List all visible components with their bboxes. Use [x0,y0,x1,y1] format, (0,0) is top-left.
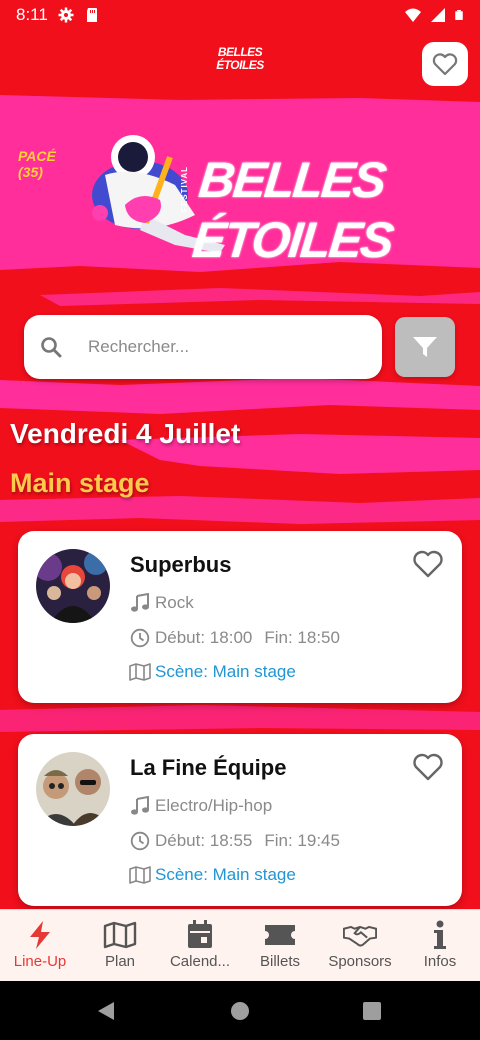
system-navigation-bar [0,981,480,1040]
banner-location-dept: (35) [18,164,43,180]
genre-text: Electro/Hip-hop [155,796,273,815]
artist-genre: Rock [129,592,194,614]
battery-icon [455,10,463,20]
info-icon [434,920,446,949]
artist-stage[interactable]: Scène: Main stage [129,864,296,886]
bottom-navigation: Line-Up Plan Calend... Billets Sponsors … [0,909,480,981]
genre-text: Rock [155,593,194,612]
clock-icon [130,628,150,648]
nav-label: Sponsors [328,953,392,970]
map-icon [129,866,151,884]
stage-link[interactable]: Scène: Main stage [155,865,296,885]
heart-outline-icon[interactable] [412,752,444,782]
artist-avatar [36,549,110,623]
app-logo: BELLES ÉTOILES [215,46,265,80]
artist-name: La Fine Équipe [130,755,287,780]
music-note-icon [131,593,149,612]
recents-icon[interactable] [363,1002,381,1020]
artist-card[interactable]: Superbus Rock Début: 18:00 Fin: 18:50 Sc… [18,531,462,703]
artist-stage[interactable]: Scène: Main stage [129,661,296,683]
heart-outline-icon [432,53,458,76]
wifi-icon [405,8,421,22]
nav-tickets[interactable]: Billets [240,910,320,981]
search-input[interactable] [88,337,338,357]
stage-heading: Main stage [10,468,150,498]
handshake-icon [343,925,377,947]
banner-festival-label: FESTIVAL [180,165,189,212]
banner-location-city: PACÉ [18,148,56,164]
settings-icon [58,7,74,23]
banner-title: BELLES ÉTOILES [189,152,395,268]
nav-infos[interactable]: Infos [400,910,480,981]
day-heading: Vendredi 4 Juillet [10,418,241,449]
end-time: Fin: 19:45 [264,831,340,850]
end-time: Fin: 18:50 [264,628,340,647]
start-time: Début: 18:00 [155,628,253,647]
clock-icon [130,831,150,851]
map-icon [103,921,137,949]
nav-label: Line-Up [13,953,67,970]
nav-sponsors[interactable]: Sponsors [320,910,400,981]
artist-time: Début: 18:55 Fin: 19:45 [129,830,340,852]
logo-line2: ÉTOILES [216,58,264,72]
artist-card[interactable]: La Fine Équipe Electro/Hip-hop Début: 18… [18,734,462,906]
back-icon[interactable] [98,1002,114,1020]
banner-location: PACÉ (35) [18,148,56,180]
nav-plan[interactable]: Plan [80,910,160,981]
stage-link[interactable]: Scène: Main stage [155,662,296,682]
bolt-icon [30,921,50,949]
heart-outline-icon[interactable] [412,549,444,579]
search-bar[interactable] [24,315,382,379]
home-icon[interactable] [231,1002,249,1020]
artist-genre: Electro/Hip-hop [129,795,272,817]
filter-icon [413,337,437,357]
artist-time: Début: 18:00 Fin: 18:50 [129,627,340,649]
sd-card-icon [86,8,97,22]
search-icon [41,337,62,358]
nav-label: Calend... [169,953,231,970]
calendar-icon [188,920,212,948]
status-time: 8:11 [16,5,48,24]
nav-calendar[interactable]: Calend... [160,910,240,981]
artist-name: Superbus [130,552,232,577]
music-note-icon [131,796,149,815]
signal-icon [431,8,445,22]
status-bar: 8:11 [0,0,480,30]
favorites-button[interactable] [422,42,468,86]
artist-avatar [36,752,110,826]
map-icon [129,663,151,681]
start-time: Début: 18:55 [155,831,253,850]
nav-label: Infos [423,953,457,970]
nav-line-up[interactable]: Line-Up [0,910,80,981]
filter-button[interactable] [395,317,455,377]
nav-label: Billets [259,953,300,970]
nav-label: Plan [104,953,136,970]
ticket-icon [265,925,295,945]
